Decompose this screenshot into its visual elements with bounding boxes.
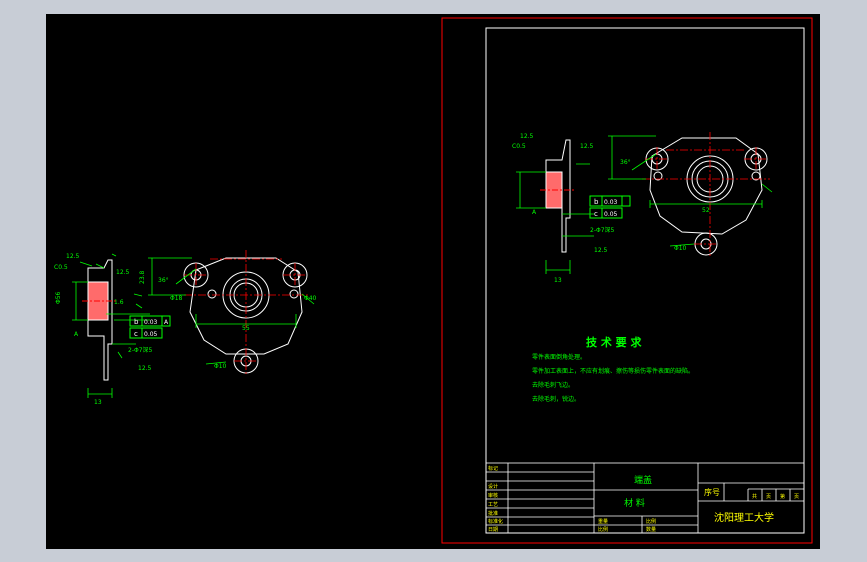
svg-text:数量: 数量 [646,526,656,533]
tech-title: 技 术 要 求 [586,335,642,349]
svg-text:日期: 日期 [488,527,498,533]
sheet-inner-border [485,27,805,534]
left-tolerance-c: c 0.05 [129,327,163,339]
sheet-dim-bottom: 13 [554,277,562,284]
sheet-dim-width: 52 [702,207,710,214]
left-dia-2: Φ40 [304,295,317,302]
tech-line-2: 零件加工表面上，不应有划痕、擦伤等损伤零件表面的缺陷。 [532,367,694,375]
left-chamfer: C0.5 [54,264,68,271]
tech-line-4: 去除毛刺，锐边。 [532,395,580,403]
sheet-drawing: 12.5 C0.5 12.5 A 13 2-Φ7深5 12.5 b 0.03 c… [512,132,773,284]
svg-text:0.03: 0.03 [604,199,618,206]
left-angle: 36° [158,277,169,284]
svg-text:b: b [134,318,139,326]
svg-text:c: c [594,210,598,218]
svg-text:0.05: 0.05 [604,211,618,218]
title-part-name: 端盖 [634,474,652,486]
svg-text:0.03: 0.03 [144,319,158,326]
left-front-dims [148,257,315,365]
svg-text:设计: 设计 [488,483,498,490]
tech-requirements: 技 术 要 求 零件表面倒角处理。 零件加工表面上，不应有划痕、擦伤等损伤零件表… [532,335,694,403]
svg-text:0.05: 0.05 [144,331,158,338]
svg-text:共: 共 [752,493,757,500]
left-roughness-3: 1.6 [114,299,124,306]
svg-text:c: c [134,330,138,338]
sheet-tolerance-c: c 0.05 [589,207,623,219]
title-serial: 序号 [704,487,720,497]
left-tolerance-b: b 0.03 A [129,315,171,327]
tech-line-3: 去除毛刺飞边。 [532,381,574,389]
tech-line-1: 零件表面倒角处理。 [532,353,586,361]
left-dia-1: Φ56 [55,291,62,304]
sheet-outer-border [441,17,813,544]
sheet-front-outline [649,137,763,235]
title-material: 材 料 [624,497,645,509]
left-dim-height: 23.8 [139,270,146,284]
svg-text:A: A [164,319,169,326]
svg-text:重量: 重量 [598,518,608,525]
sheet-chamfer: C0.5 [512,143,526,150]
left-hole-callout: 2-Φ7深5 [128,346,153,354]
title-grid-labels: 共 页 第 页 [752,493,799,500]
drawing-canvas: 12.5 C0.5 12.5 1.6 Φ56 A 13 2-Φ7深5 12.5 … [54,17,813,544]
svg-text:标准化: 标准化 [488,518,503,525]
left-roughness-4: 12.5 [138,365,152,372]
svg-text:比例: 比例 [598,526,608,533]
left-front-centerlines [184,250,308,376]
svg-text:页: 页 [794,494,799,500]
cad-viewport[interactable]: 12.5 C0.5 12.5 1.6 Φ56 A 13 2-Φ7深5 12.5 … [46,14,820,549]
sheet-hole-callout: 2-Φ7深5 [590,226,615,234]
left-dim-width: 55 [242,325,250,332]
sheet-roughness-3: 12.5 [594,247,608,254]
left-small-hole-2 [289,289,299,299]
svg-text:工艺: 工艺 [488,502,498,508]
left-datum: A [74,331,79,338]
sheet-tolerance-b: b 0.03 [589,195,631,207]
title-school: 沈阳理工大学 [714,511,774,524]
svg-text:比例: 比例 [646,518,656,525]
left-roughness-1: 12.5 [66,253,80,260]
sheet-roughness-1: 12.5 [520,133,534,140]
left-dia-3: Φ18 [170,295,183,302]
left-roughness-2: 12.5 [116,269,130,276]
sheet-hole-dia: Φ10 [674,245,687,252]
sheet-datum: A [532,209,537,216]
svg-text:b: b [594,198,599,206]
svg-text:页: 页 [766,494,771,500]
title-bottom-labels: 重量 比例 比例 数量 [598,518,656,533]
svg-text:标记: 标记 [488,465,498,472]
left-drawing: 12.5 C0.5 12.5 1.6 Φ56 A 13 2-Φ7深5 12.5 … [54,250,317,406]
svg-text:审核: 审核 [488,492,498,499]
svg-text:批准: 批准 [488,510,498,517]
left-small-hole-1 [207,289,217,299]
left-dim-bottom: 13 [94,399,102,406]
left-hole-dia: Φ10 [214,363,227,370]
sheet-angle: 36° [620,159,631,166]
svg-text:第: 第 [780,493,785,500]
sheet-roughness-2: 12.5 [580,143,594,150]
